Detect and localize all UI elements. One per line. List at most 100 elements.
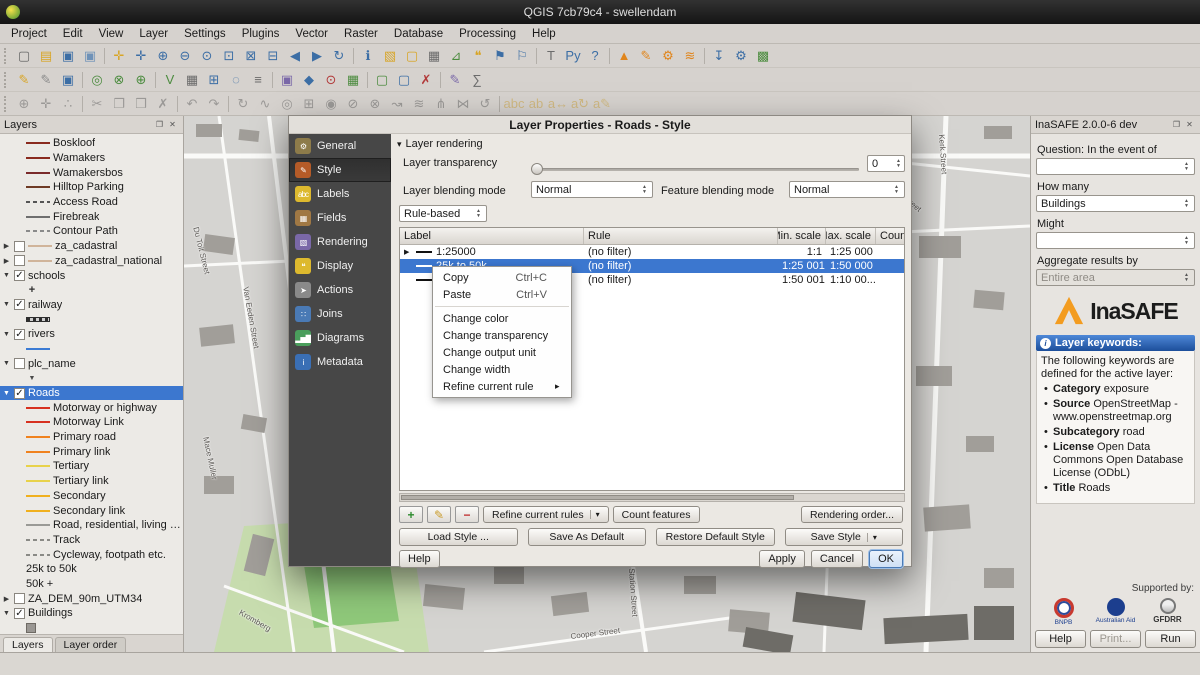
layer-item[interactable]: 50k + — [0, 577, 183, 592]
inasafe-dock-icon[interactable]: ▲ — [613, 46, 635, 66]
expand-arrow-icon[interactable] — [2, 331, 11, 338]
layer-item[interactable]: Boskloof — [0, 136, 183, 151]
transparency-spinbox[interactable]: 0 — [867, 155, 905, 172]
layer-item[interactable]: Secondary — [0, 489, 183, 504]
panel-tab[interactable]: Layers — [3, 637, 53, 652]
show-bookmarks-icon[interactable]: ⚐ — [511, 46, 533, 66]
layer-visibility-checkbox[interactable] — [14, 270, 25, 281]
db-manager-icon[interactable]: ▣ — [276, 70, 298, 90]
layer-item[interactable]: schools — [0, 268, 183, 283]
expand-arrow-icon[interactable] — [2, 301, 11, 308]
add-csv-layer-icon[interactable]: ≡ — [247, 70, 269, 90]
context-menu-item[interactable]: Change output unit — [433, 344, 571, 361]
add-postgis-layer-icon[interactable]: ⊞ — [203, 70, 225, 90]
layer-visibility-checkbox[interactable] — [14, 593, 25, 604]
offset-curve-icon[interactable]: ≋ — [408, 94, 430, 114]
expand-arrow-icon[interactable] — [2, 390, 11, 397]
layer-item[interactable]: 25k to 50k — [0, 562, 183, 577]
layer-item[interactable] — [0, 342, 183, 357]
column-header-count[interactable]: Count — [876, 228, 904, 244]
open-project-icon[interactable]: ▤ — [35, 46, 57, 66]
dialog-sidebar-item[interactable]: i Metadata — [289, 350, 391, 374]
rotate-point-symbols-icon[interactable]: ↺ — [474, 94, 496, 114]
delete-ring-icon[interactable]: ⊘ — [342, 94, 364, 114]
zoom-to-layer-icon[interactable]: ⊟ — [262, 46, 284, 66]
dialog-sidebar-item[interactable]: ∷ Joins — [289, 302, 391, 326]
rotate-feature-icon[interactable]: ↻ — [232, 94, 254, 114]
pan-to-selection-icon[interactable]: ✛ — [130, 46, 152, 66]
menu-item[interactable]: Database — [387, 26, 450, 42]
dialog-sidebar-item[interactable]: ➤ Actions — [289, 278, 391, 302]
menu-item[interactable]: Raster — [337, 26, 385, 42]
edit-rule-button[interactable] — [427, 506, 451, 523]
rendering-order-button[interactable]: Rendering order... — [801, 506, 903, 523]
move-label-icon[interactable]: a↔ — [547, 94, 569, 114]
geoprocessing-clip-icon[interactable]: ⊗ — [108, 70, 130, 90]
deselect-all-icon[interactable]: ▢ — [401, 46, 423, 66]
scrollbar-thumb[interactable] — [401, 495, 794, 500]
menu-item[interactable]: Vector — [288, 26, 335, 42]
context-menu-item[interactable] — [435, 306, 569, 307]
change-label-icon[interactable]: a✎ — [591, 94, 613, 114]
layer-item[interactable] — [0, 283, 183, 298]
cancel-button[interactable]: Cancel — [811, 550, 863, 568]
undo-icon[interactable]: ↶ — [181, 94, 203, 114]
new-spatialite-icon[interactable]: ▢ — [393, 70, 415, 90]
refine-current-rules-button[interactable]: Refine current rules — [483, 506, 609, 523]
panel-tab[interactable]: Layer order — [55, 637, 127, 652]
dialog-sidebar-item[interactable]: ▧ Rendering — [289, 230, 391, 254]
feature-blending-combo[interactable]: Normal — [789, 181, 905, 198]
expand-arrow-icon[interactable] — [2, 610, 11, 617]
inasafe-keywords-icon[interactable]: ✎ — [635, 46, 657, 66]
pin-labels-icon[interactable]: ab — [525, 94, 547, 114]
dialog-sidebar-item[interactable]: ▦ Fields — [289, 206, 391, 230]
add-vector-layer-icon[interactable]: V — [159, 70, 181, 90]
remove-layer-icon[interactable]: ✗ — [415, 70, 437, 90]
expand-arrow-icon[interactable] — [2, 272, 11, 279]
new-project-icon[interactable]: ▢ — [13, 46, 35, 66]
toolbar-grip[interactable] — [4, 48, 10, 64]
identify-features-icon[interactable]: ℹ — [357, 46, 379, 66]
add-feature-icon[interactable]: ⊕ — [13, 94, 35, 114]
zoom-full-icon[interactable]: ⊡ — [218, 46, 240, 66]
layer-item[interactable]: Tertiary — [0, 459, 183, 474]
layer-visibility-checkbox[interactable] — [14, 241, 25, 252]
context-menu-item[interactable]: Copy Ctrl+C — [433, 269, 571, 286]
menu-item[interactable]: Plugins — [235, 26, 287, 42]
context-menu-item[interactable]: Change width — [433, 361, 571, 378]
save-as-default-button[interactable]: Save As Default — [528, 528, 647, 546]
save-style-button[interactable]: Save Style — [785, 528, 904, 546]
layer-visibility-checkbox[interactable] — [14, 329, 25, 340]
layer-item[interactable]: Contour Path — [0, 224, 183, 239]
layer-item[interactable]: Access Road — [0, 195, 183, 210]
context-menu-item[interactable]: Paste Ctrl+V — [433, 286, 571, 303]
reshape-features-icon[interactable]: ↝ — [386, 94, 408, 114]
delete-part-icon[interactable]: ⊗ — [364, 94, 386, 114]
refresh-map-icon[interactable]: ↻ — [328, 46, 350, 66]
save-project-as-icon[interactable]: ▣ — [79, 46, 101, 66]
split-features-icon[interactable]: ⋔ — [430, 94, 452, 114]
geoprocessing-buffer-icon[interactable]: ◎ — [86, 70, 108, 90]
simplify-feature-icon[interactable]: ∿ — [254, 94, 276, 114]
expand-arrow-icon[interactable] — [2, 242, 11, 250]
layer-visibility-checkbox[interactable] — [14, 388, 25, 399]
count-features-button[interactable]: Count features — [613, 506, 700, 523]
text-annotation-icon[interactable]: T — [540, 46, 562, 66]
zoom-next-icon[interactable]: ▶ — [306, 46, 328, 66]
dialog-sidebar-item[interactable]: ▂▅▇ Diagrams — [289, 326, 391, 350]
menu-item[interactable]: Help — [525, 26, 563, 42]
paste-features-icon[interactable]: ❒ — [130, 94, 152, 114]
expand-arrow-icon[interactable] — [2, 595, 11, 603]
layer-visibility-checkbox[interactable] — [14, 299, 25, 310]
menu-item[interactable]: Settings — [177, 26, 233, 42]
dialog-sidebar-item[interactable]: ⚙ General — [289, 134, 391, 158]
context-menu-item[interactable]: Refine current rule ▸ — [433, 378, 571, 395]
coordinate-capture-icon[interactable]: ⊙ — [320, 70, 342, 90]
label-settings-icon[interactable]: abc — [503, 94, 525, 114]
osm-download-icon[interactable]: ↧ — [708, 46, 730, 66]
layer-blending-combo[interactable]: Normal — [531, 181, 653, 198]
layer-visibility-checkbox[interactable] — [14, 358, 25, 369]
layer-item[interactable]: Secondary link — [0, 503, 183, 518]
zoom-native-icon[interactable]: ⊙ — [196, 46, 218, 66]
column-header-rule[interactable]: Rule — [584, 228, 778, 244]
